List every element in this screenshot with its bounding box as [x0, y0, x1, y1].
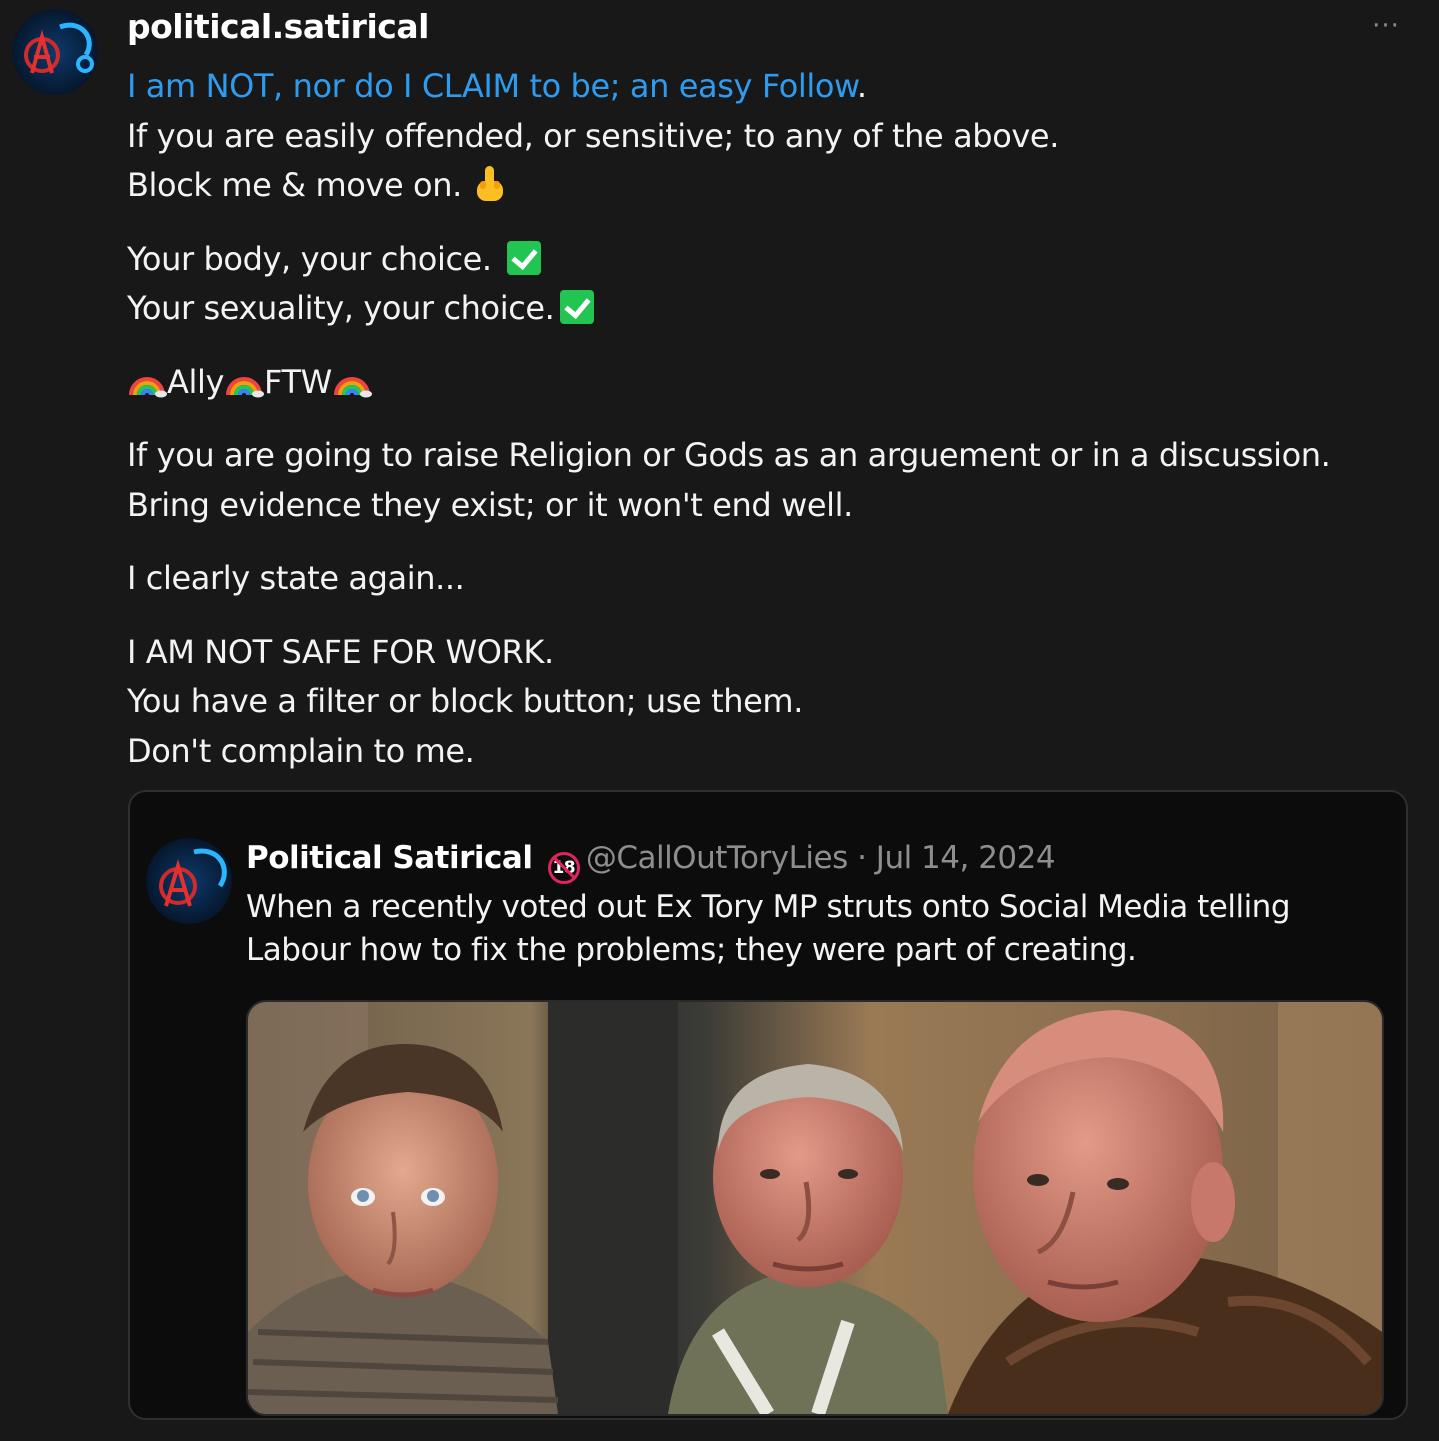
bio-line-11: You have a filter or block button; use t…	[127, 682, 803, 720]
rainbow-icon	[127, 363, 167, 399]
quoted-post-date[interactable]: Jul 14, 2024	[876, 840, 1056, 876]
ftw-word: FTW	[264, 362, 332, 401]
check-mark-icon	[507, 240, 542, 275]
profile-avatar[interactable]	[12, 9, 98, 95]
quoted-post-image[interactable]	[246, 1000, 1384, 1416]
rainbow-icon	[332, 363, 372, 399]
bio-line-10: I AM NOT SAFE FOR WORK.	[127, 632, 554, 671]
quoted-post-display-name[interactable]: Political Satirical	[246, 840, 533, 876]
bio-line-3: Block me & move on.	[127, 161, 1407, 211]
age-restriction-icon: 18	[547, 852, 580, 884]
quoted-post-avatar[interactable]	[146, 838, 232, 924]
bio-line-7: If you are going to raise Religion or Go…	[127, 436, 1331, 474]
bio-line-2: If you are easily offended, or sensitive…	[127, 116, 1059, 155]
bio-line-5-text: Your sexuality, your choice.	[127, 289, 555, 327]
bio-line-5: Your sexuality, your choice.	[127, 284, 1407, 334]
bio-line-4: Your body, your choice.	[127, 235, 1407, 285]
bio-link[interactable]: I am NOT, nor do I CLAIM to be; an easy …	[127, 67, 857, 105]
bio-line-12: Don't complain to me.	[127, 731, 475, 770]
rainbow-icon	[224, 363, 265, 399]
bio-line-4-text: Your body, your choice.	[127, 239, 492, 278]
bio-line-1: I am NOT, nor do I CLAIM to be; an easy …	[127, 62, 1407, 112]
bio-line-3-text: Block me & move on.	[127, 166, 462, 204]
bio-link-suffix: .	[856, 67, 867, 105]
username[interactable]: political.satirical	[127, 6, 429, 48]
ally-word: Ally	[167, 362, 225, 401]
quoted-post-card[interactable]: Political Satirical 18 @CallOutToryLies ·…	[128, 790, 1408, 1420]
header-separator: ·	[857, 840, 867, 876]
middle-finger-icon	[472, 164, 508, 204]
bio-line-6: Ally FTW	[127, 358, 1407, 408]
bio-line-9: I clearly state again...	[127, 559, 465, 597]
profile-bio: I am NOT, nor do I CLAIM to be; an easy …	[127, 62, 1407, 776]
bio-line-8: Bring evidence they exist; or it won't e…	[127, 485, 853, 524]
quoted-post-text: When a recently voted out Ex Tory MP str…	[246, 889, 1291, 968]
more-options-icon[interactable]: ···	[1366, 8, 1406, 44]
quoted-post-header: Political Satirical 18 @CallOutToryLies ·…	[246, 836, 1056, 884]
check-mark-icon	[560, 290, 595, 324]
quoted-post-handle[interactable]: @CallOutToryLies	[586, 840, 848, 876]
